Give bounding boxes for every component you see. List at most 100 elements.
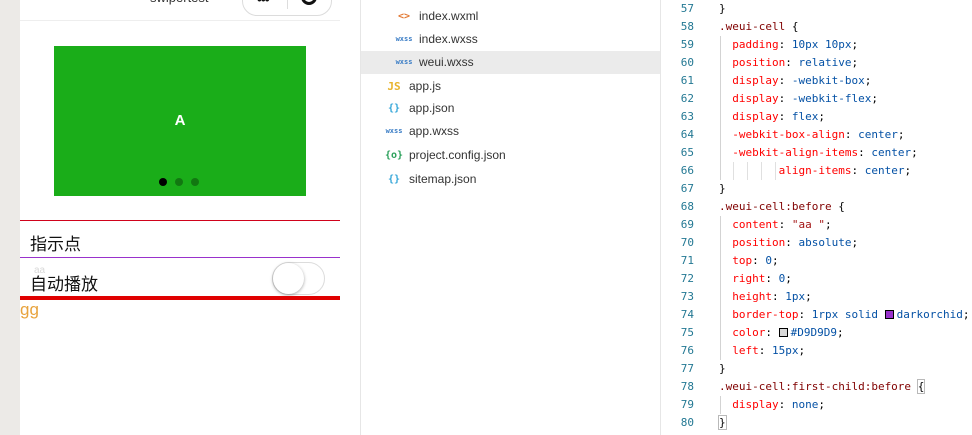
code-token: : bbox=[785, 236, 799, 249]
code-token: display bbox=[719, 110, 779, 123]
code-token: 1rpx solid bbox=[811, 308, 885, 321]
code-token: } bbox=[719, 362, 726, 375]
code-line[interactable]: 60 position: relative; bbox=[661, 54, 972, 72]
color-swatch[interactable] bbox=[884, 310, 894, 319]
code-line[interactable]: 76 left: 15px; bbox=[661, 342, 972, 360]
code-token: : bbox=[778, 38, 792, 51]
code-token: color bbox=[719, 326, 766, 339]
code-token: "aa " bbox=[791, 218, 825, 231]
code-token: ; bbox=[851, 38, 859, 51]
autoplay-switch[interactable] bbox=[272, 262, 325, 295]
file-tree-item[interactable]: wxss weui.wxss bbox=[361, 51, 660, 74]
code-line[interactable]: 79 display: none; bbox=[661, 396, 972, 414]
file-tree-item[interactable]: {o} project.config.json bbox=[361, 144, 660, 167]
file-name: index.wxss bbox=[419, 32, 478, 46]
code-token: ; bbox=[864, 74, 872, 87]
code-token: : bbox=[765, 326, 779, 339]
cells-border-top bbox=[20, 220, 340, 221]
code-line[interactable]: 75 color: #D9D9D9; bbox=[661, 324, 972, 342]
config-file-icon: {o} bbox=[385, 150, 404, 161]
code-line[interactable]: 77} bbox=[661, 360, 972, 378]
file-name: project.config.json bbox=[409, 148, 506, 162]
code-token: -webkit-align-items bbox=[719, 146, 859, 159]
code-line[interactable]: 58 .weui-cell { bbox=[661, 18, 972, 36]
file-tree-item[interactable]: JS app.js bbox=[361, 75, 660, 98]
line-number: 73 bbox=[680, 290, 694, 303]
file-tree-item[interactable]: <> index.wxml bbox=[361, 5, 660, 28]
code-line[interactable]: 72 right: 0; bbox=[661, 270, 972, 288]
line-number: 60 bbox=[680, 56, 694, 69]
code-token: .weui-cell:first-child:before bbox=[719, 380, 912, 393]
switch-knob[interactable] bbox=[273, 263, 304, 294]
json-file-icon: {} bbox=[387, 174, 401, 185]
file-name: sitemap.json bbox=[409, 172, 477, 186]
line-number: 64 bbox=[680, 128, 694, 141]
code-line[interactable]: 69 content: "aa "; bbox=[661, 216, 972, 234]
code-token: ; bbox=[962, 308, 970, 321]
line-number: 67 bbox=[680, 182, 694, 195]
code-text: height: 1px; bbox=[719, 288, 812, 306]
file-name: weui.wxss bbox=[419, 55, 474, 69]
slide-label: A bbox=[174, 112, 186, 129]
code-text: content: "aa "; bbox=[719, 216, 831, 234]
code-line[interactable]: 68 .weui-cell:before { bbox=[661, 198, 972, 216]
matched-bracket: } bbox=[718, 415, 727, 430]
file-tree-item[interactable]: {} sitemap.json bbox=[361, 168, 660, 191]
code-text: .weui-cell:first-child:before { bbox=[719, 378, 926, 396]
swiper[interactable]: A bbox=[54, 46, 306, 196]
code-line[interactable]: 74 border-top: 1rpx solid darkorchid; bbox=[661, 306, 972, 324]
code-token: relative bbox=[798, 56, 852, 69]
code-line[interactable]: 63 display: flex; bbox=[661, 108, 972, 126]
line-number: 75 bbox=[680, 326, 694, 339]
file-explorer: <> index.wxml wxss index.wxss wxss weui.wxss J… bbox=[361, 0, 660, 435]
line-number: 70 bbox=[680, 236, 694, 249]
code-line[interactable]: 67} bbox=[661, 180, 972, 198]
line-number: 78 bbox=[680, 380, 694, 393]
file-tree-item[interactable]: wxss app.wxss bbox=[361, 120, 660, 143]
code-line[interactable]: 61 display: -webkit-box; bbox=[661, 72, 972, 90]
code-line[interactable]: 59 padding: 10px 10px; bbox=[661, 36, 972, 54]
code-token: : bbox=[798, 308, 812, 321]
code-token: top bbox=[719, 254, 753, 267]
code-text: } bbox=[719, 180, 726, 198]
code-text: display: flex; bbox=[719, 108, 825, 126]
code-token: padding bbox=[719, 38, 779, 51]
file-name: app.json bbox=[409, 101, 455, 115]
matched-bracket: { bbox=[916, 379, 926, 394]
code-line[interactable]: 71 top: 0; bbox=[661, 252, 972, 270]
indicator-dot[interactable] bbox=[191, 178, 199, 186]
code-line[interactable]: 73 height: 1px; bbox=[661, 288, 972, 306]
code-token: ; bbox=[772, 254, 779, 267]
code-editor[interactable]: 57} 58 .weui-cell {59 padding: 10px 10px; 6… bbox=[661, 0, 972, 435]
code-line[interactable]: 65 -webkit-align-items: center; bbox=[661, 144, 972, 162]
indicator-dot[interactable] bbox=[175, 178, 183, 186]
code-line[interactable]: 57} bbox=[661, 0, 972, 18]
wxss-file-icon: wxss bbox=[395, 58, 413, 66]
code-text: align-items: center; bbox=[719, 162, 911, 180]
indicator-dots-label: 指示点 bbox=[30, 235, 81, 254]
file-tree-item[interactable]: wxss index.wxss bbox=[361, 28, 660, 51]
line-number: 68 bbox=[680, 200, 694, 213]
code-token: ; bbox=[911, 146, 918, 159]
code-token: position bbox=[719, 56, 786, 69]
code-line[interactable]: 66 align-items: center; bbox=[661, 162, 972, 180]
wxss-file-icon: wxss bbox=[395, 35, 413, 43]
autoplay-label: 自动播放 bbox=[30, 275, 98, 294]
code-line[interactable]: 70 position: absolute; bbox=[661, 234, 972, 252]
code-line[interactable]: 78 .weui-cell:first-child:before { bbox=[661, 378, 972, 396]
code-line[interactable]: 80} bbox=[661, 414, 972, 432]
code-line[interactable]: 64 -webkit-box-align: center; bbox=[661, 126, 972, 144]
line-number: 57 bbox=[680, 2, 694, 15]
color-swatch[interactable] bbox=[778, 328, 788, 337]
code-line[interactable]: 62 display: -webkit-flex; bbox=[661, 90, 972, 108]
close-mini-program-icon[interactable] bbox=[301, 0, 317, 5]
code-token: ; bbox=[836, 326, 844, 339]
code-token: height bbox=[719, 290, 772, 303]
code-token: ; bbox=[785, 272, 792, 285]
indicator-dot[interactable] bbox=[159, 178, 167, 186]
code-token: -webkit-box bbox=[791, 74, 865, 87]
more-icon[interactable]: ••• bbox=[257, 0, 270, 7]
capsule-menu[interactable]: ••• bbox=[242, 0, 332, 16]
code-token: ; bbox=[798, 344, 806, 357]
file-tree-item[interactable]: {} app.json bbox=[361, 97, 660, 120]
